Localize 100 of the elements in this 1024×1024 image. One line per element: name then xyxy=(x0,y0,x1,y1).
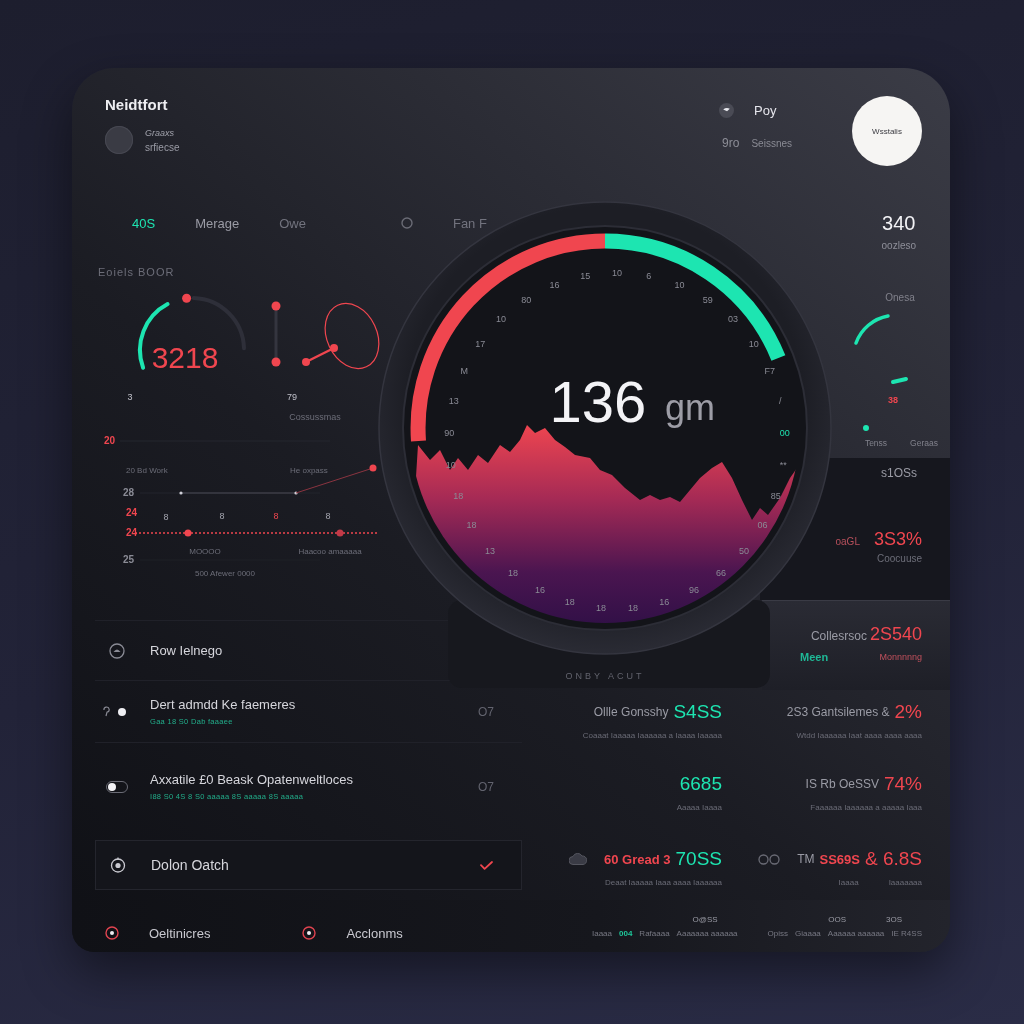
avatar-circle xyxy=(105,126,133,154)
stat-value: & 6.8S xyxy=(864,848,922,870)
stat-label: 2S3 Gantsilemes & xyxy=(786,705,890,719)
footer-heading: O@SS xyxy=(692,915,718,924)
footer-text: 004 xyxy=(619,929,633,938)
widget-caption: Geraas xyxy=(910,438,938,448)
range-bar xyxy=(271,301,281,367)
headline-caption: oozleso xyxy=(881,240,916,251)
axis-label: 25 xyxy=(123,554,135,565)
dial-label: 16 xyxy=(535,585,545,596)
row-title: Axxatile £0 Beask Opatenweltloces xyxy=(150,772,355,787)
question-icon xyxy=(103,706,110,717)
point-label: 8 xyxy=(325,511,331,521)
row-code: O7 xyxy=(478,779,494,794)
chart-label: MOOOO xyxy=(189,547,221,556)
headline-value: 340 xyxy=(882,212,916,234)
stat-value: 70SS xyxy=(675,848,722,870)
dash-icon xyxy=(891,377,908,384)
footer-text: Iaaaa xyxy=(591,929,612,938)
stat-label: SS69S xyxy=(819,851,860,867)
dial-label: 50 xyxy=(739,546,749,556)
app-title: Neidtfort xyxy=(105,96,169,113)
tab[interactable]: 40S xyxy=(132,215,156,231)
dial-label: 10 xyxy=(748,338,759,349)
dial-label: 66 xyxy=(715,568,726,579)
metric-value: 3218 xyxy=(151,341,219,374)
point-label: 8 xyxy=(219,511,225,521)
dial-label: F7 xyxy=(764,366,776,377)
row-title: Row Ielnego xyxy=(150,643,224,658)
footer-text: IE R4SS xyxy=(891,929,922,938)
widget-title: Onesa xyxy=(885,292,915,303)
summary-note: Monnnnng xyxy=(879,652,922,662)
dial-label: 10 xyxy=(612,268,622,278)
row-title: Dolon Oatch xyxy=(151,857,230,873)
circle-icon xyxy=(109,642,125,659)
dot-icon xyxy=(118,707,126,716)
stat-caption: Iaaaa xyxy=(838,878,859,887)
stat-label: Ollle Gonsshy xyxy=(593,705,669,719)
dot-icon xyxy=(182,293,192,303)
stat-caption: Aaaaa Iaaaa xyxy=(676,803,722,812)
connector-line xyxy=(302,344,338,366)
series-label: He oxpass xyxy=(290,466,328,475)
stat-value: 74% xyxy=(883,773,922,795)
tick-label: 79 xyxy=(287,392,297,402)
chart-label: Haacoo amaaaaa xyxy=(298,547,362,556)
dot-icon xyxy=(863,425,869,431)
target-icon xyxy=(110,857,126,873)
dial-label: 96 xyxy=(689,585,699,596)
status-label: Poy xyxy=(754,102,777,118)
ring-icon[interactable] xyxy=(400,217,413,229)
dial-label: 18 xyxy=(564,597,575,608)
dial-label: 16 xyxy=(659,597,670,608)
user-name: Graaxs xyxy=(145,127,175,138)
dial-label: 80 xyxy=(521,294,532,305)
dial-label: 18 xyxy=(508,568,519,579)
dial-label: 18 xyxy=(596,603,606,614)
panel-value: 3S3% xyxy=(873,529,922,550)
point-label: 8 xyxy=(273,511,279,521)
dial-label: 13 xyxy=(485,546,495,556)
dial-label: / xyxy=(779,396,782,407)
footer-link[interactable]: Acclonms xyxy=(346,925,403,941)
row-title: Dert admdd Ke faemeres xyxy=(150,697,297,712)
stat-value: 6685 xyxy=(679,773,722,795)
dial-label: 18 xyxy=(628,603,638,614)
target-icon[interactable] xyxy=(105,926,119,940)
dial-label: 15 xyxy=(580,271,591,281)
stat-value: 2% xyxy=(894,701,922,723)
gauge-arc xyxy=(854,314,890,345)
target-icon[interactable] xyxy=(302,926,317,940)
list-row[interactable]: Dolon Oatch xyxy=(95,840,522,890)
row-code: O7 xyxy=(478,704,494,719)
footer-link[interactable]: Oeltinicres xyxy=(149,925,211,941)
stat-label: 60 Gread 3 xyxy=(604,851,671,867)
ellipse-outline xyxy=(324,302,380,370)
footer-text: Rafaaaa xyxy=(639,929,670,938)
dial-label: 18 xyxy=(453,490,464,501)
point-label: 8 xyxy=(163,512,169,522)
dial-label: ** xyxy=(779,459,787,470)
dial-label: 17 xyxy=(475,338,486,349)
profile-badge[interactable]: Wsstalis xyxy=(852,96,922,166)
stat-value: S4SS xyxy=(673,701,722,723)
summary-label: Collesrsoc xyxy=(810,629,867,643)
chart-caption: Cossussmas xyxy=(289,412,341,422)
chart-label: 500 Afewer 0000 xyxy=(195,569,255,578)
dial-label: 13 xyxy=(448,396,459,407)
stat-caption: Wtdd Iaaaaaa Iaat aaaa aaaa aaaa xyxy=(796,731,922,740)
stat-caption: Faaaaaa Iaaaaaa a aaaaa Iaaa xyxy=(810,803,922,812)
tab[interactable]: Merage xyxy=(195,215,240,231)
orb-icon xyxy=(719,102,735,118)
summary-tag: Meen xyxy=(800,651,829,663)
dial-label: 16 xyxy=(549,280,560,290)
dial-label: 6 xyxy=(646,271,652,281)
status-caption: Seissnes xyxy=(751,137,792,149)
stat-label: TM xyxy=(797,852,815,866)
stat-caption: Deaat Iaaaaa Iaaa aaaa Iaaaaaa xyxy=(605,878,722,887)
stand-caption: ONBY ACUT xyxy=(565,671,645,681)
widget-value: 38 xyxy=(888,395,898,405)
axis-label: 20 xyxy=(104,435,116,446)
dial-label: 00 xyxy=(779,428,790,438)
dial-label: 59 xyxy=(702,294,713,305)
